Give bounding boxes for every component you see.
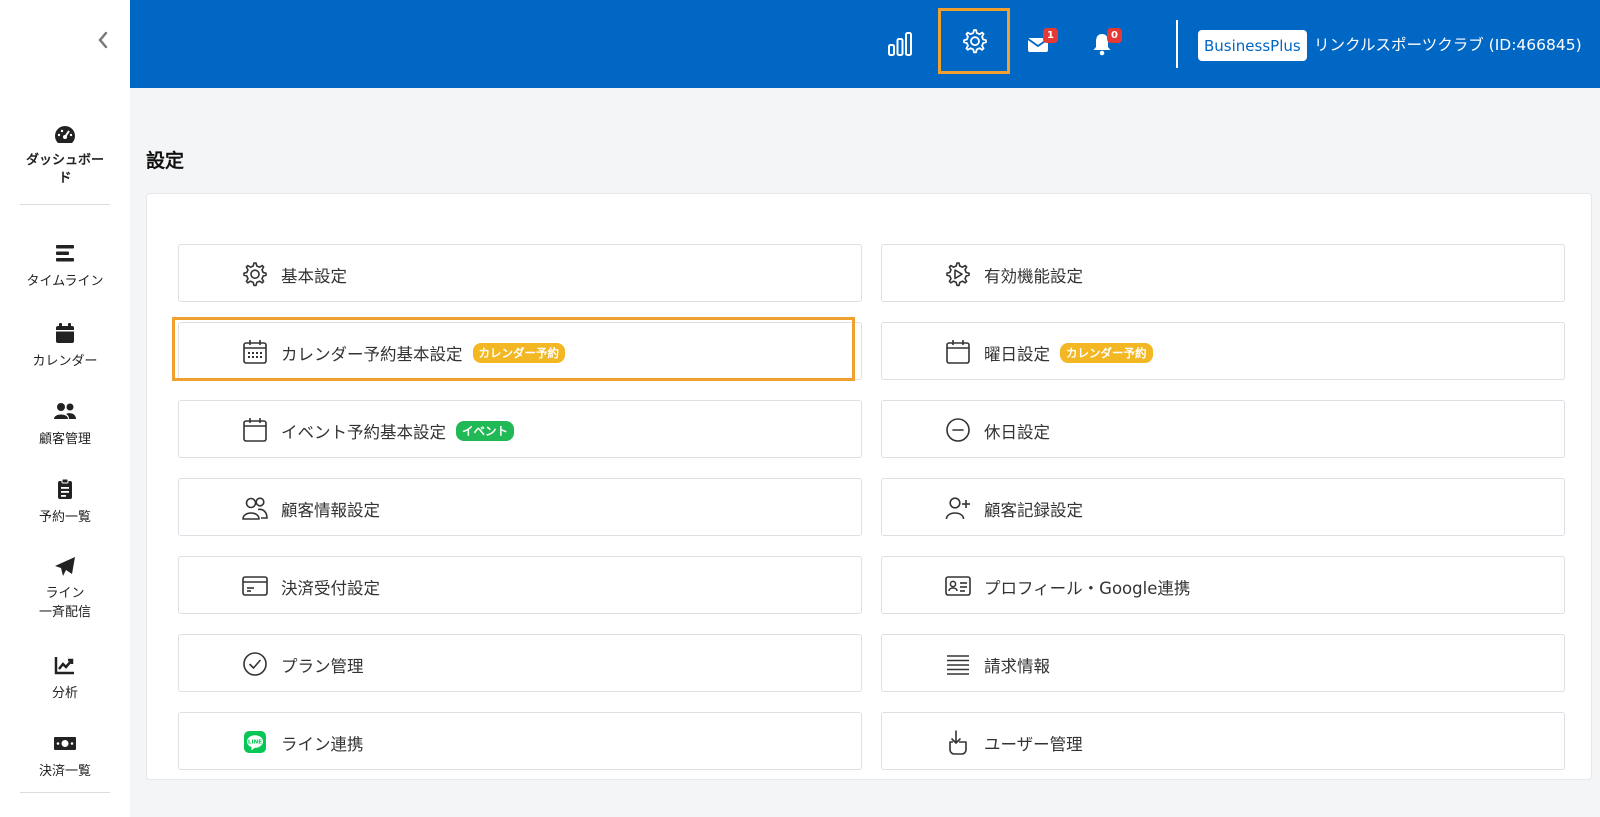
calendar-reservation-tag: カレンダー予約 bbox=[472, 343, 565, 363]
svg-text:LINE: LINE bbox=[248, 740, 262, 746]
id-card-icon bbox=[944, 572, 972, 600]
hand-tap-icon bbox=[944, 728, 972, 756]
chevron-left-icon bbox=[98, 31, 108, 49]
tile-label: 顧客記録設定 bbox=[984, 501, 1083, 520]
list-lines-icon bbox=[944, 650, 972, 678]
settings-tile-user-management[interactable]: ユーザー管理 bbox=[881, 712, 1565, 770]
calendar-reservation-tag: カレンダー予約 bbox=[1060, 343, 1153, 363]
tile-label: プラン管理 bbox=[281, 657, 364, 676]
sidebar-item-dashboard[interactable]: ダッシュボード bbox=[20, 124, 110, 188]
calendar-icon bbox=[241, 416, 269, 444]
sidebar-item-label: カレンダー bbox=[32, 354, 98, 369]
sidebar-item-label: 予約一覧 bbox=[38, 510, 91, 525]
sidebar-item-payments[interactable]: 決済一覧 bbox=[20, 732, 110, 779]
sidebar-item-label: タイムライン bbox=[26, 274, 104, 289]
tile-label: イベント予約基本設定 bbox=[281, 423, 446, 442]
settings-tile-event-reservation[interactable]: イベント予約基本設定 イベント bbox=[178, 400, 862, 458]
settings-button[interactable] bbox=[938, 8, 1010, 74]
settings-tile-profile-google[interactable]: プロフィール・Google連携 bbox=[881, 556, 1565, 614]
notifications-button[interactable]: 0 bbox=[1080, 22, 1124, 66]
tile-label: プロフィール・Google連携 bbox=[984, 579, 1191, 598]
gear-icon bbox=[963, 29, 987, 54]
minus-circle-icon bbox=[944, 416, 972, 444]
tile-label: 決済受付設定 bbox=[281, 579, 380, 598]
money-icon bbox=[53, 732, 77, 754]
sidebar-item-label: ダッシュボード bbox=[25, 153, 104, 186]
settings-tile-customer-record[interactable]: 顧客記録設定 bbox=[881, 478, 1565, 536]
sidebar-item-label: ライン 一斉配信 bbox=[38, 586, 91, 620]
sidebar-item-customers[interactable]: 顧客管理 bbox=[20, 400, 110, 447]
sidebar-item-line-broadcast[interactable]: ライン 一斉配信 bbox=[20, 556, 110, 622]
plan-badge: BusinessPlus bbox=[1198, 30, 1307, 61]
settings-tile-calendar-reservation[interactable]: カレンダー予約基本設定 カレンダー予約 bbox=[178, 322, 862, 380]
check-circle-icon bbox=[241, 650, 269, 678]
sidebar-item-label: 顧客管理 bbox=[38, 432, 91, 447]
sidebar-item-calendar[interactable]: カレンダー bbox=[20, 322, 110, 369]
credit-card-icon bbox=[241, 572, 269, 600]
sidebar-item-label: 分析 bbox=[51, 686, 78, 701]
tile-label: 曜日設定 bbox=[984, 345, 1050, 364]
sidebar-divider bbox=[20, 204, 110, 205]
gear-icon bbox=[241, 260, 269, 288]
sidebar: ダッシュボード タイムライン カレンダー 顧客管理 予約一覧 ライン 一斉配信 … bbox=[0, 0, 130, 817]
organization-name[interactable]: リンクルスポーツクラブ (ID:466845) bbox=[1314, 33, 1582, 55]
messages-button[interactable]: 1 bbox=[1016, 22, 1060, 66]
tile-label: ライン連携 bbox=[281, 735, 364, 754]
sidebar-divider bbox=[20, 792, 110, 793]
settings-tile-billing[interactable]: 請求情報 bbox=[881, 634, 1565, 692]
notifications-count-badge: 0 bbox=[1107, 28, 1122, 43]
calendar-grid-icon bbox=[241, 338, 269, 366]
sidebar-item-analytics[interactable]: 分析 bbox=[20, 654, 110, 701]
users-icon bbox=[53, 400, 77, 422]
settings-tile-features[interactable]: 有効機能設定 bbox=[881, 244, 1565, 302]
settings-tile-plan[interactable]: プラン管理 bbox=[178, 634, 862, 692]
settings-card: 基本設定 カレンダー予約基本設定 カレンダー予約 イベント予約基本設定 イベント 顧… bbox=[146, 193, 1592, 780]
tile-label: 休日設定 bbox=[984, 423, 1050, 442]
sidebar-item-label: 決済一覧 bbox=[38, 764, 91, 779]
sidebar-item-reservations[interactable]: 予約一覧 bbox=[20, 478, 110, 525]
tile-label: 基本設定 bbox=[281, 267, 347, 286]
settings-tile-basic[interactable]: 基本設定 bbox=[178, 244, 862, 302]
tile-label: 請求情報 bbox=[984, 657, 1050, 676]
top-header: 1 0 BusinessPlus リンクルスポーツクラブ (ID:466845) bbox=[130, 0, 1600, 88]
settings-tile-weekday[interactable]: 曜日設定 カレンダー予約 bbox=[881, 322, 1565, 380]
bar-chart-icon bbox=[888, 32, 912, 56]
sidebar-collapse-button[interactable] bbox=[96, 30, 114, 54]
user-plus-icon bbox=[944, 494, 972, 522]
clipboard-icon bbox=[53, 478, 77, 500]
feature-gear-icon bbox=[944, 260, 972, 288]
gauge-icon bbox=[53, 124, 77, 146]
chart-line-icon bbox=[53, 654, 77, 676]
settings-tile-holiday[interactable]: 休日設定 bbox=[881, 400, 1565, 458]
tile-label: 顧客情報設定 bbox=[281, 501, 380, 520]
settings-tile-payment[interactable]: 決済受付設定 bbox=[178, 556, 862, 614]
page-title: 設定 bbox=[146, 150, 185, 172]
line-logo-icon: LINE bbox=[241, 728, 269, 756]
tile-label: ユーザー管理 bbox=[984, 735, 1083, 754]
messages-count-badge: 1 bbox=[1043, 28, 1058, 43]
calendar-icon bbox=[53, 322, 77, 344]
calendar-icon bbox=[944, 338, 972, 366]
paper-plane-icon bbox=[53, 556, 77, 578]
tile-label: 有効機能設定 bbox=[984, 267, 1083, 286]
timeline-icon bbox=[53, 242, 77, 264]
tile-label: カレンダー予約基本設定 bbox=[281, 345, 463, 364]
sidebar-item-timeline[interactable]: タイムライン bbox=[20, 242, 110, 289]
event-tag: イベント bbox=[456, 421, 514, 441]
analytics-button[interactable] bbox=[878, 22, 922, 66]
settings-tile-line[interactable]: LINE ライン連携 bbox=[178, 712, 862, 770]
users-outline-icon bbox=[241, 494, 269, 522]
header-separator bbox=[1176, 20, 1178, 68]
settings-tile-customer-info[interactable]: 顧客情報設定 bbox=[178, 478, 862, 536]
